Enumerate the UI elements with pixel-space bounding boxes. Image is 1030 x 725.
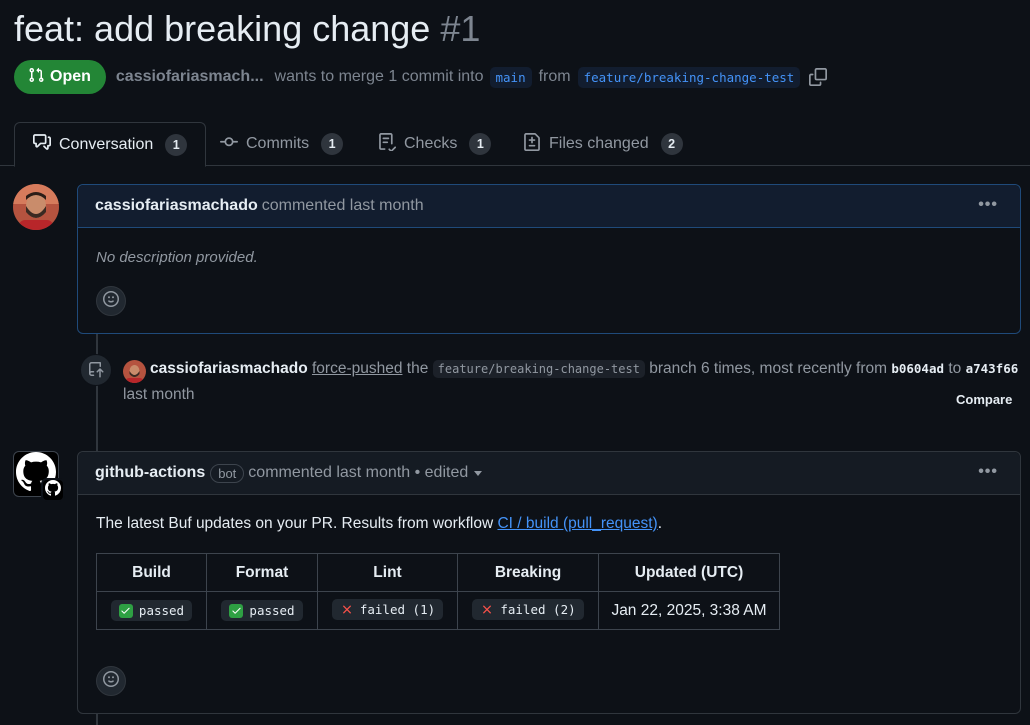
status-pill: passed — [221, 600, 303, 621]
base-branch[interactable]: main — [489, 66, 532, 88]
pr-state-row: Open cassiofariasmach... wants to merge … — [14, 60, 828, 94]
smiley-icon — [103, 671, 119, 691]
event-to-text: to — [948, 360, 962, 377]
avatar[interactable] — [123, 360, 146, 383]
comment-box: github-actions bot commented last month … — [77, 451, 1021, 714]
add-reaction-button[interactable] — [96, 666, 126, 696]
table-cell: passed — [96, 591, 207, 630]
avatar[interactable] — [13, 184, 59, 230]
status-text: failed (2) — [500, 602, 576, 617]
workflow-link[interactable]: CI / build (pull_request) — [497, 515, 657, 532]
check-icon — [118, 603, 133, 618]
to-commit-sha[interactable]: a743f66 — [966, 361, 1019, 376]
tab-checks-label: Checks — [404, 135, 458, 152]
intro-text: The latest Buf updates on your PR. Resul… — [96, 515, 494, 532]
force-pushed-link[interactable]: force-pushed — [312, 360, 402, 377]
force-push-event: cassiofariasmachado force-pushed the fea… — [150, 360, 1018, 378]
checklist-icon — [378, 132, 397, 156]
x-icon — [480, 603, 494, 617]
timeline-line — [96, 714, 98, 725]
kebab-horizontal-icon[interactable]: ••• — [978, 463, 998, 481]
pr-title: feat: add breaking change #1 — [14, 8, 480, 50]
table-cell: failed (1) — [317, 591, 458, 630]
table-header: Lint — [317, 553, 458, 592]
tab-conversation[interactable]: Conversation 1 — [14, 122, 207, 167]
from-text: from — [538, 68, 571, 85]
event-author[interactable]: cassiofariasmachado — [150, 360, 308, 377]
pr-title-text: feat: add breaking change — [14, 8, 431, 49]
tab-conversation-count: 1 — [165, 133, 188, 156]
comment-header: cassiofariasmachado commented last month… — [78, 185, 1020, 228]
table-cell-updated: Jan 22, 2025, 3:38 AM — [598, 591, 780, 630]
pr-author-link[interactable]: cassiofariasmach... — [116, 68, 264, 86]
status-text: passed — [249, 603, 295, 618]
tab-commits[interactable]: Commits 1 — [220, 122, 344, 166]
event-the-text: the — [406, 360, 429, 377]
tab-commits-count: 1 — [321, 133, 344, 155]
table-row: passed passed failed (1) failed (2) Jan … — [96, 591, 780, 630]
pr-number: #1 — [440, 8, 481, 49]
table-cell: failed (2) — [457, 591, 599, 630]
comment-author[interactable]: cassiofariasmachado — [95, 197, 258, 215]
kebab-horizontal-icon[interactable]: ••• — [978, 196, 998, 214]
comment-header: github-actions bot commented last month … — [78, 452, 1020, 495]
comment-author[interactable]: github-actions — [95, 464, 205, 482]
pr-tabs: Conversation 1 Commits 1 Checks 1 Files … — [0, 122, 1030, 167]
table-header-row: Build Format Lint Breaking Updated (UTC) — [96, 553, 780, 592]
tab-checks-count: 1 — [469, 133, 492, 155]
tab-conversation-label: Conversation — [59, 135, 154, 153]
comment-box: cassiofariasmachado commented last month… — [77, 184, 1021, 334]
add-reaction-button[interactable] — [96, 286, 126, 316]
comment-meta[interactable]: commented last month • edited — [248, 464, 468, 482]
head-branch[interactable]: feature/breaking-change-test — [577, 66, 801, 88]
comment-intro: The latest Buf updates on your PR. Resul… — [96, 515, 662, 533]
merge-text: wants to merge 1 commit into — [274, 68, 484, 85]
file-diff-icon — [523, 132, 541, 156]
github-app-badge — [41, 478, 65, 502]
bot-badge: bot — [210, 463, 245, 483]
status-text: failed (1) — [359, 602, 436, 617]
status-pill: passed — [110, 600, 193, 621]
status-badge: Open — [14, 60, 106, 94]
compare-button[interactable]: Compare — [956, 392, 1012, 407]
timeline-line — [96, 334, 98, 452]
intro-period: . — [657, 515, 663, 532]
x-icon — [340, 603, 354, 617]
tab-files-changed-count: 2 — [660, 133, 683, 155]
comment-discussion-icon — [33, 133, 51, 156]
table-header: Updated (UTC) — [598, 553, 780, 592]
status-label: Open — [50, 68, 91, 85]
event-time[interactable]: last month — [123, 386, 195, 404]
results-table: Build Format Lint Breaking Updated (UTC)… — [96, 553, 780, 630]
event-text: branch 6 times, most recently from — [649, 360, 888, 377]
status-pill: failed (2) — [472, 599, 584, 620]
git-pull-request-icon — [28, 67, 44, 88]
table-header: Build — [96, 553, 207, 592]
repo-push-icon — [80, 354, 112, 386]
github-mark-icon — [45, 480, 61, 500]
copy-icon[interactable] — [809, 68, 828, 86]
tab-commits-label: Commits — [246, 135, 310, 152]
comment-body: No description provided. — [96, 249, 258, 266]
table-header: Breaking — [457, 553, 599, 592]
table-header: Format — [206, 553, 318, 592]
triangle-down-icon[interactable] — [474, 470, 483, 476]
tab-files-changed[interactable]: Files changed 2 — [523, 122, 683, 166]
tab-checks[interactable]: Checks 1 — [378, 122, 492, 166]
smiley-icon — [103, 291, 119, 311]
event-branch[interactable]: feature/breaking-change-test — [432, 360, 645, 378]
comment-meta[interactable]: commented last month — [262, 197, 424, 215]
git-commit-icon — [220, 133, 238, 156]
table-cell: passed — [206, 591, 318, 630]
status-text: passed — [138, 603, 185, 618]
tab-files-changed-label: Files changed — [549, 135, 649, 152]
check-icon — [229, 603, 244, 618]
from-commit-sha[interactable]: b0604ad — [891, 361, 944, 376]
status-pill: failed (1) — [331, 599, 444, 620]
